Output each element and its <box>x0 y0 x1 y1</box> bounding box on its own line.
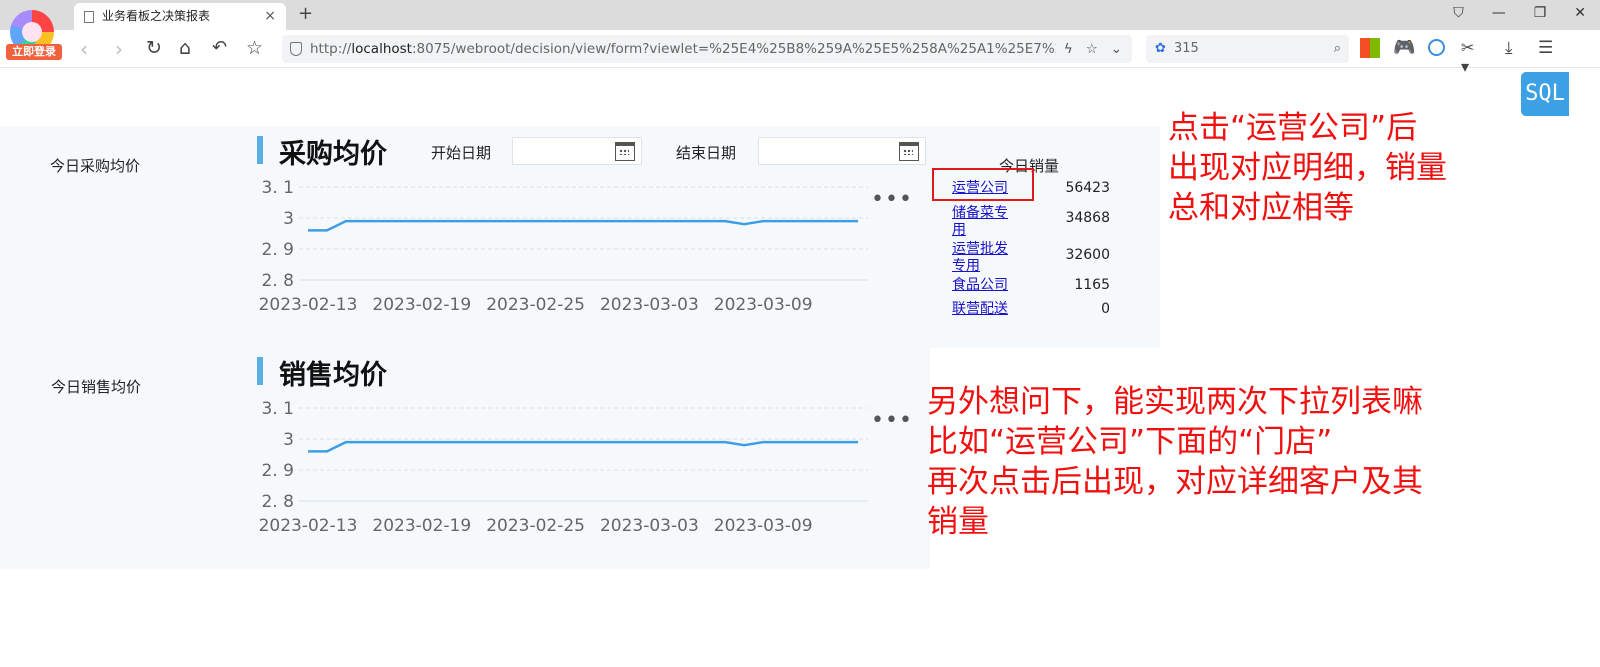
skin-icon[interactable]: ⛉ <box>1453 5 1464 21</box>
y-tick-label: 2. 9 <box>262 240 294 260</box>
sales-row-value: 34868 <box>1065 210 1110 226</box>
x-tick-label: 2023-02-13 <box>259 295 358 315</box>
y-tick-label: 3 <box>283 209 294 229</box>
calendar-icon[interactable] <box>899 142 919 161</box>
window-controls: ⛉ — ❐ ✕ <box>1453 5 1586 21</box>
address-bar-actions: ϟ ☆ ⌄ <box>1055 35 1122 63</box>
series-line <box>308 219 858 232</box>
favorite-star-icon[interactable]: ☆ <box>1086 41 1098 57</box>
series-line <box>308 440 858 453</box>
game-controller-icon[interactable]: 🎮 <box>1393 38 1415 58</box>
scissors-icon[interactable]: ✂▾ <box>1461 38 1481 76</box>
y-tick-label: 3 <box>283 430 294 450</box>
menu-icon[interactable]: ☰ <box>1538 38 1558 58</box>
lightning-icon[interactable]: ϟ <box>1064 41 1073 57</box>
search-box[interactable]: ✿ 315 ⌕ <box>1146 35 1349 63</box>
tab-title: 业务看板之决策报表 <box>102 9 211 23</box>
highlight-box <box>932 168 1034 201</box>
x-tick-label: 2023-02-13 <box>259 516 358 536</box>
start-date-field[interactable] <box>512 137 642 165</box>
x-tick-label: 2023-03-03 <box>600 516 699 536</box>
purchase-today-label: 今日采购均价 <box>50 157 141 175</box>
page-icon <box>84 11 94 23</box>
y-tick-label: 2. 9 <box>262 461 294 481</box>
login-badge[interactable]: 立即登录 <box>6 44 62 60</box>
calendar-icon[interactable] <box>615 142 635 161</box>
minimize-icon[interactable]: — <box>1492 5 1506 21</box>
sales-avg-title-accent <box>257 357 263 385</box>
y-tick-label: 3. 1 <box>262 399 294 419</box>
back-icon[interactable]: ‹ <box>80 37 88 61</box>
x-tick-label: 2023-03-03 <box>600 295 699 315</box>
x-tick-label: 2023-03-09 <box>714 295 813 315</box>
y-tick-label: 2. 8 <box>262 492 294 512</box>
y-tick-label: 3. 1 <box>262 178 294 198</box>
address-bar[interactable]: http://localhost:8075/webroot/decision/v… <box>282 35 1132 63</box>
annotation-note-1: 点击“运营公司”后 出现对应明细，销量 总和对应相等 <box>1168 110 1447 226</box>
end-date-label: 结束日期 <box>676 144 737 162</box>
download-icon[interactable]: ⤓ <box>1505 38 1525 58</box>
baidu-paw-icon: ✿ <box>1155 41 1166 56</box>
annotation-note-2: 另外想问下，能实现两次下拉列表嘛 比如“运营公司”下面的“门店” 再次点击后出现… <box>927 384 1423 540</box>
sales-avg-more-icon[interactable]: ••• <box>871 410 913 432</box>
sales-row-value: 32600 <box>1065 247 1110 263</box>
sales-row-link[interactable]: 运营批发专用 <box>952 241 1018 275</box>
reload-icon[interactable]: ↻ <box>146 37 162 59</box>
sales-avg-line-chart: 3. 1 3 2. 9 2. 8 2023-02-13 2023-02-19 2023-02… <box>259 399 868 536</box>
search-icon[interactable]: ⌕ <box>1334 35 1341 63</box>
sales-row-value: 0 <box>1101 301 1110 317</box>
sales-row-link[interactable]: 储备菜专用 <box>952 205 1018 239</box>
bookmark-star-icon[interactable]: ☆ <box>246 37 263 59</box>
y-tick-label: 2. 8 <box>262 271 294 291</box>
x-tick-label: 2023-02-19 <box>372 516 471 536</box>
search-text: 315 <box>1174 41 1199 56</box>
sales-row-value: 1165 <box>1074 277 1110 293</box>
home-icon[interactable]: ⌂ <box>179 37 191 59</box>
url-host: localhost <box>351 41 412 57</box>
end-date-field[interactable] <box>758 137 926 165</box>
x-tick-label: 2023-02-19 <box>372 295 471 315</box>
minus-circle-icon[interactable] <box>1428 39 1445 56</box>
browser-tab-strip: 业务看板之决策报表 × + ⛉ — ❐ ✕ <box>0 0 1600 30</box>
apps-grid-icon[interactable] <box>1360 38 1380 58</box>
forward-icon[interactable]: › <box>115 37 123 61</box>
sales-avg-chart-title: 销售均价 <box>279 360 387 391</box>
new-tab-button[interactable]: + <box>298 3 313 24</box>
sales-avg-today-label: 今日销售均价 <box>51 378 142 396</box>
start-date-label: 开始日期 <box>431 144 492 162</box>
sql-button[interactable]: SQL <box>1521 72 1569 116</box>
x-tick-label: 2023-02-25 <box>486 516 585 536</box>
x-tick-label: 2023-03-09 <box>714 516 813 536</box>
browser-tab[interactable]: 业务看板之决策报表 × <box>74 3 286 30</box>
sales-row-link[interactable]: 食品公司 <box>952 277 1018 294</box>
navigation-bar: ‹ › ↻ ⌂ ↶ ☆ http://localhost:8075/webroo… <box>0 30 1600 76</box>
purchase-more-icon[interactable]: ••• <box>871 189 913 211</box>
url-rest: :8075/webroot/decision/view/form?viewlet… <box>411 41 1081 57</box>
url-prefix: http:// <box>310 41 352 57</box>
security-shield-icon <box>290 42 302 56</box>
purchase-line-chart: 3. 1 3 2. 9 2. 8 2023-02-13 2023-02-19 2023-02… <box>259 178 868 315</box>
undo-close-icon[interactable]: ↶ <box>212 37 227 58</box>
sales-row-link[interactable]: 联营配送 <box>952 301 1018 318</box>
chevron-down-icon[interactable]: ⌄ <box>1111 41 1122 57</box>
tab-close-icon[interactable]: × <box>264 3 276 29</box>
x-tick-label: 2023-02-25 <box>486 295 585 315</box>
purchase-chart-title: 采购均价 <box>279 139 387 170</box>
restore-icon[interactable]: ❐ <box>1534 5 1547 21</box>
sales-row-value: 56423 <box>1065 180 1110 196</box>
close-window-icon[interactable]: ✕ <box>1574 5 1586 21</box>
purchase-title-accent <box>257 136 263 164</box>
